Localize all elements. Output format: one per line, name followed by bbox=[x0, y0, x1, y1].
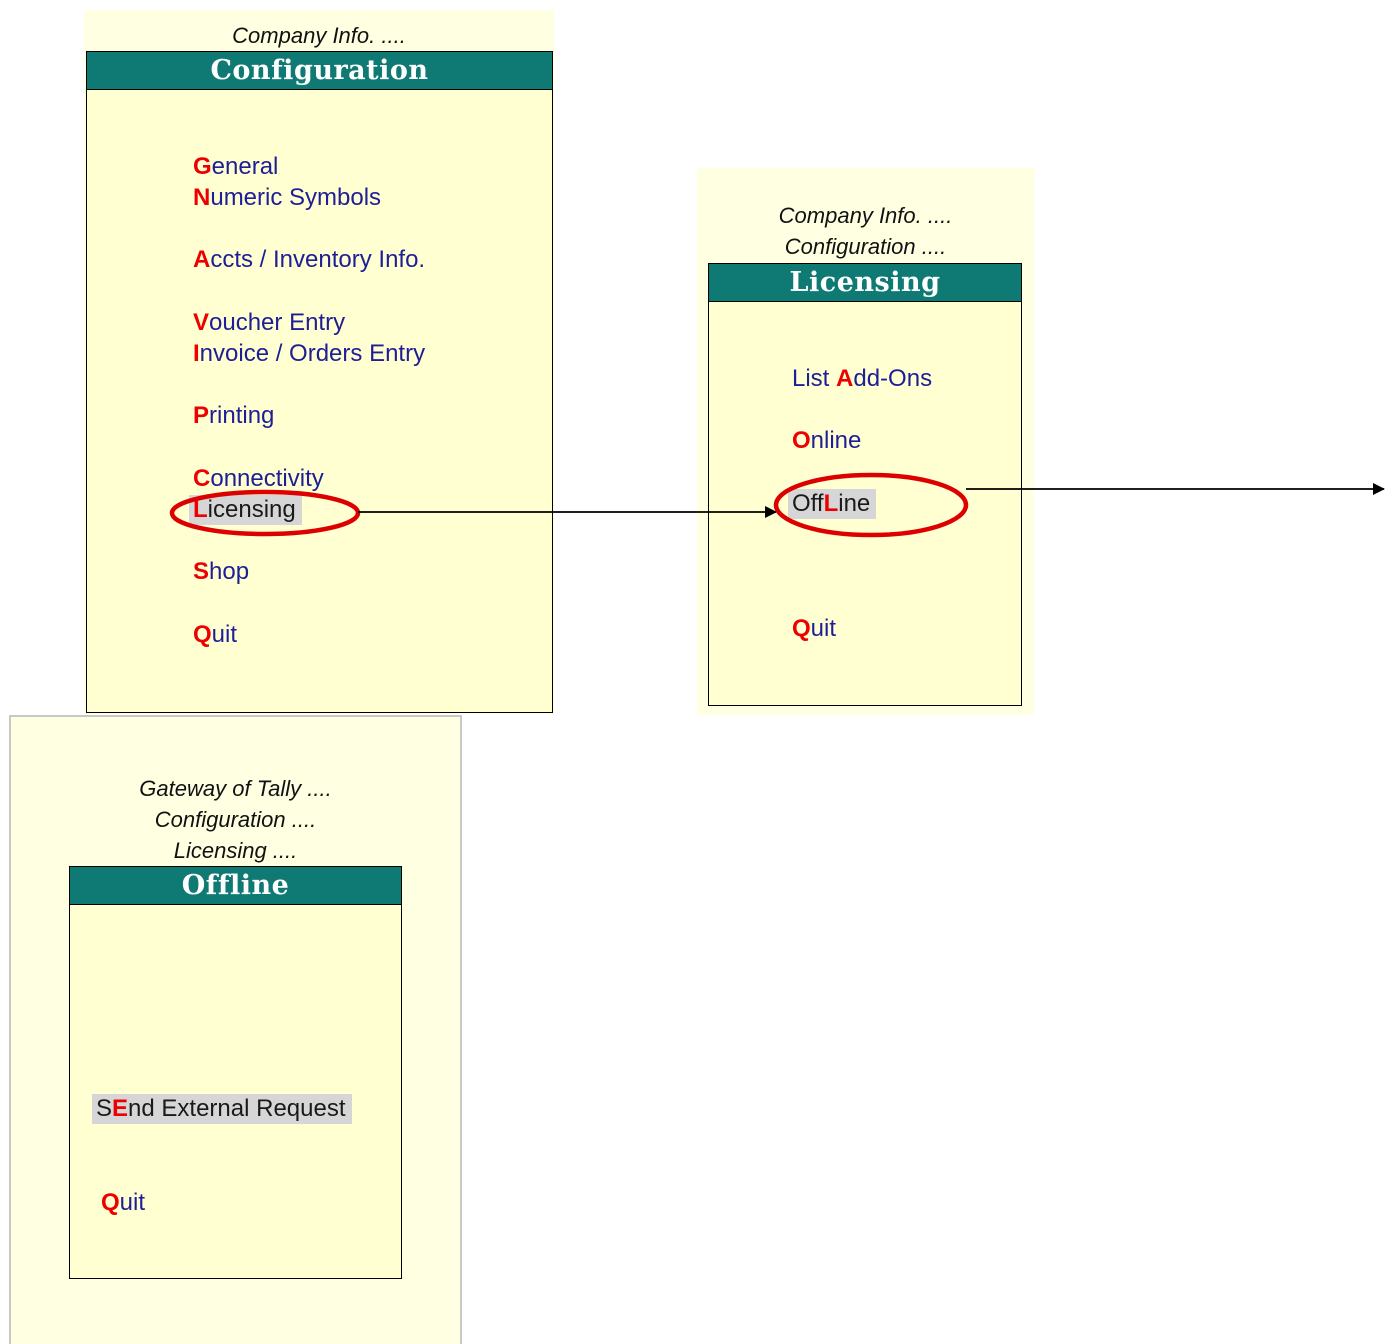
hotkey: V bbox=[193, 309, 210, 336]
licensing-screen: Company Info. .... Configuration .... Li… bbox=[697, 168, 1034, 715]
menu-item-quit[interactable]: Quit bbox=[792, 614, 836, 644]
menu-item-accts-inventory-info[interactable]: Accts / Inventory Info. bbox=[193, 245, 425, 275]
menu-item-prefix: Off bbox=[792, 490, 824, 517]
hotkey: S bbox=[193, 558, 210, 585]
hotkey: Q bbox=[101, 1189, 120, 1216]
menu-item-label: nvoice / Orders Entry bbox=[199, 340, 426, 367]
menu-item-shop[interactable]: Shop bbox=[193, 557, 249, 587]
menu-item-label: icensing bbox=[207, 496, 296, 523]
menu-item-voucher-entry[interactable]: Voucher Entry bbox=[193, 308, 345, 338]
hotkey: Q bbox=[193, 621, 212, 648]
menu-title: Configuration bbox=[87, 52, 552, 90]
menu-item-quit[interactable]: Quit bbox=[193, 620, 237, 650]
menu-item-label: uit bbox=[211, 621, 238, 648]
menu-item-label: rinting bbox=[209, 402, 275, 429]
menu-item-connectivity[interactable]: Connectivity bbox=[193, 464, 324, 494]
menu-item-label: onnectivity bbox=[210, 465, 324, 492]
menu-item-prefix: List bbox=[792, 365, 837, 392]
menu-item-label: uit bbox=[119, 1189, 146, 1216]
configuration-menu: Configuration bbox=[86, 51, 553, 713]
menu-item-general[interactable]: General bbox=[193, 152, 278, 182]
breadcrumb: Company Info. .... bbox=[232, 23, 406, 48]
breadcrumb: Configuration .... bbox=[784, 234, 947, 259]
configuration-screen: Company Info. .... Configuration General… bbox=[84, 10, 554, 714]
breadcrumb: Licensing .... bbox=[173, 838, 298, 863]
menu-item-label: ccts / Inventory Info. bbox=[210, 246, 426, 273]
menu-item-label: uit bbox=[810, 615, 837, 642]
menu-title: Offline bbox=[70, 867, 401, 905]
hotkey: Q bbox=[792, 615, 811, 642]
hotkey: C bbox=[193, 465, 211, 492]
menu-item-list-add-ons[interactable]: List Add-Ons bbox=[792, 364, 932, 394]
menu-item-label: umeric Symbols bbox=[210, 184, 382, 211]
menu-item-label: nd External Request bbox=[128, 1095, 346, 1122]
breadcrumb: Gateway of Tally .... bbox=[139, 776, 332, 801]
hotkey: A bbox=[193, 246, 211, 273]
licensing-menu: Licensing bbox=[708, 263, 1022, 706]
hotkey: L bbox=[823, 490, 839, 517]
menu-item-licensing[interactable]: Licensing bbox=[189, 495, 302, 525]
offline-screen: Gateway of Tally .... Configuration ....… bbox=[9, 715, 462, 1344]
menu-item-quit[interactable]: Quit bbox=[101, 1188, 145, 1218]
menu-item-numeric-symbols[interactable]: Numeric Symbols bbox=[193, 183, 381, 213]
menu-item-label: dd-Ons bbox=[853, 365, 933, 392]
hotkey: I bbox=[193, 340, 200, 367]
menu-title: Licensing bbox=[709, 264, 1021, 302]
hotkey: N bbox=[193, 184, 211, 211]
hotkey: P bbox=[193, 402, 210, 429]
hotkey: O bbox=[792, 427, 811, 454]
menu-item-prefix: S bbox=[96, 1095, 113, 1122]
menu-item-online[interactable]: Online bbox=[792, 426, 861, 456]
menu-item-label: eneral bbox=[211, 153, 279, 180]
menu-item-label: ine bbox=[838, 490, 871, 517]
menu-item-label: nline bbox=[810, 427, 862, 454]
hotkey: A bbox=[836, 365, 854, 392]
menu-item-send-external-request[interactable]: SEnd External Request bbox=[92, 1094, 352, 1124]
menu-item-invoice-orders-entry[interactable]: Invoice / Orders Entry bbox=[193, 339, 425, 369]
hotkey: E bbox=[112, 1095, 129, 1122]
menu-item-printing[interactable]: Printing bbox=[193, 401, 274, 431]
menu-item-offline[interactable]: OffLine bbox=[788, 489, 877, 519]
hotkey: G bbox=[193, 153, 212, 180]
menu-item-label: oucher Entry bbox=[209, 309, 346, 336]
hotkey: L bbox=[193, 496, 208, 523]
menu-item-label: hop bbox=[209, 558, 250, 585]
breadcrumb: Configuration .... bbox=[154, 807, 317, 832]
breadcrumb: Company Info. .... bbox=[778, 203, 953, 228]
